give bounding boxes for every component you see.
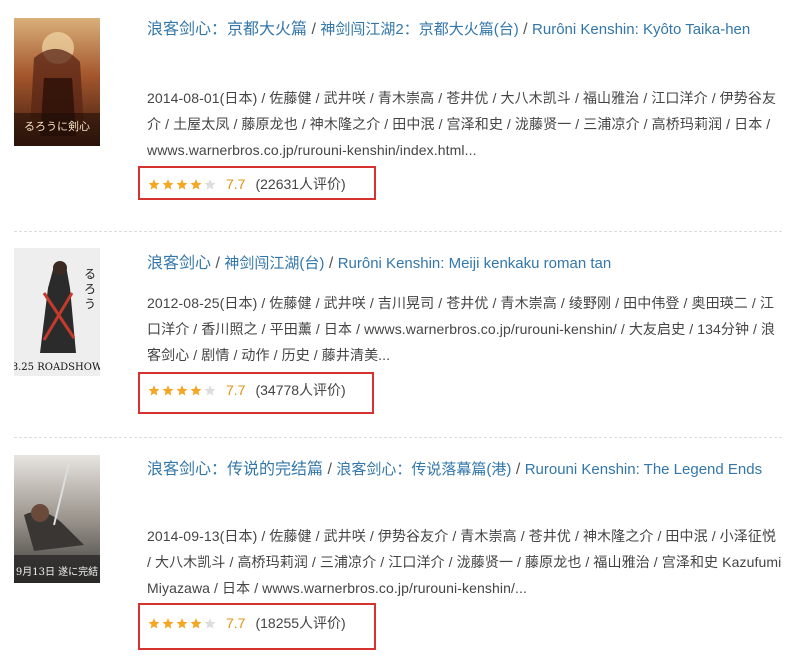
title-alt-1: 神剑闯江湖2：京都大火篇(台) [320, 21, 519, 38]
star-icon [176, 178, 188, 190]
poster-finale-text: 9月13日 遂に完結 [16, 565, 98, 578]
star-icon [148, 617, 160, 629]
divider [14, 231, 782, 232]
movie-title-3: 浪客剑心：传说的完结篇 / 浪客剑心：传说落幕篇(港) / Rurouni Ke… [147, 456, 772, 483]
rating-score-1: 7.7 [226, 176, 246, 192]
svg-text:ろ: ろ [84, 282, 96, 296]
svg-text:る: る [84, 267, 96, 281]
star-icon [204, 617, 216, 629]
title-alt-2: Rurôni Kenshin: Kyôto Taika-hen [532, 21, 751, 38]
star-icon [190, 178, 202, 190]
star-rating-1 [147, 178, 217, 191]
title-separator: / [523, 21, 533, 38]
movie-poster-1[interactable]: るろうに剣心 [14, 18, 100, 146]
star-icon [176, 617, 188, 629]
movie-poster-2[interactable]: る ろ う 8.25 ROADSHOW [14, 248, 100, 376]
movie-title-1: 浪客剑心：京都大火篇 / 神剑闯江湖2：京都大火篇(台) / Rurôni Ke… [147, 16, 772, 43]
star-icon [148, 384, 160, 396]
rating-count-1[interactable]: (22631人评价) [255, 174, 345, 194]
star-icon [148, 178, 160, 190]
movie-meta-1: 2014-08-01(日本) / 佐藤健 / 武井咲 / 青木崇高 / 苍井优 … [147, 90, 777, 158]
star-icon [176, 384, 188, 396]
title-alt-2: Rurouni Kenshin: The Legend Ends [524, 461, 763, 478]
title-alt-1: 浪客剑心：传说落幕篇(港) [336, 461, 512, 478]
title-alt-2: Rurôni Kenshin: Meiji kenkaku roman tan [337, 255, 612, 272]
movie-poster-3[interactable]: 9月13日 遂に完結 [14, 455, 100, 583]
movie-meta-3: 2014-09-13(日本) / 佐藤健 / 武井咲 / 伊势谷友介 / 青木崇… [147, 528, 782, 596]
poster-title-text: るろうに剣心 [24, 120, 90, 133]
star-icon [190, 617, 202, 629]
rating-score-2: 7.7 [226, 382, 246, 398]
rating-row-2: 7.7 (34778人评价) [147, 380, 346, 400]
rating-count-3[interactable]: (18255人评价) [255, 613, 345, 633]
star-icon [162, 384, 174, 396]
movie-title-2: 浪客剑心 / 神剑闯江湖(台) / Rurôni Kenshin: Meiji … [147, 250, 772, 277]
star-icon [204, 384, 216, 396]
star-rating-3 [147, 617, 217, 630]
title-separator: / [328, 255, 338, 272]
title-link-1[interactable]: 浪客剑心：京都大火篇 [147, 21, 307, 38]
rating-row-3: 7.7 (18255人评价) [147, 613, 346, 633]
star-rating-2 [147, 384, 217, 397]
title-link-2[interactable]: 浪客剑心 [147, 255, 211, 272]
title-separator: / [515, 461, 525, 478]
rating-count-2[interactable]: (34778人评价) [255, 380, 345, 400]
poster-roadshow-text: 8.25 ROADSHOW [14, 362, 100, 373]
movie-meta-2: 2012-08-25(日本) / 佐藤健 / 武井咲 / 吉川晃司 / 苍井优 … [147, 295, 776, 363]
star-icon [190, 384, 202, 396]
divider [14, 437, 782, 438]
rating-score-3: 7.7 [226, 615, 246, 631]
svg-text:う: う [84, 297, 96, 311]
title-alt-1: 神剑闯江湖(台) [224, 255, 325, 272]
star-icon [204, 178, 216, 190]
star-icon [162, 178, 174, 190]
rating-row-1: 7.7 (22631人评价) [147, 174, 346, 194]
star-icon [162, 617, 174, 629]
title-link-3[interactable]: 浪客剑心：传说的完结篇 [147, 461, 323, 478]
